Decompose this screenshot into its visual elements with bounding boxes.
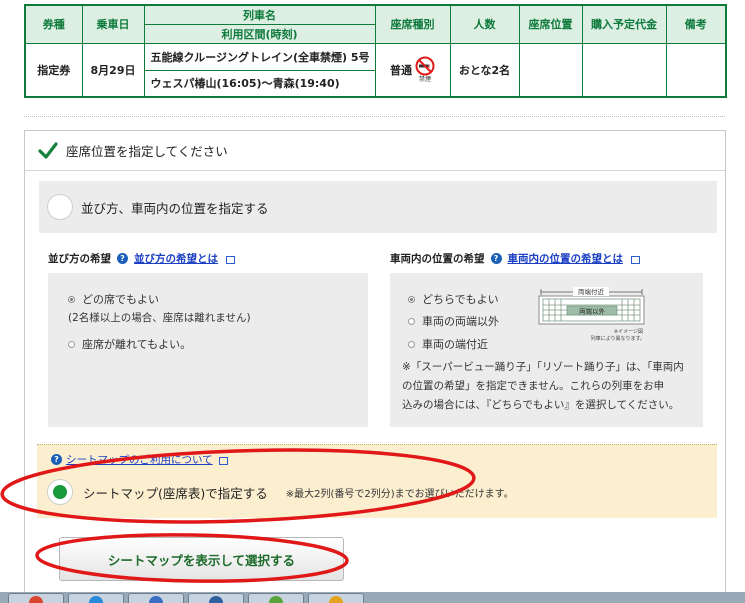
arrangement-option-apart-label: 座席が離れてもよい。 [82,338,192,351]
radio-either[interactable] [408,295,415,303]
external-window-icon [226,255,235,264]
app-icon [329,596,343,603]
position-heading: 車両内の位置の希望 ? 車両内の位置の希望とは [390,251,640,266]
header-planned-fare: 購入予定代金 [581,4,667,44]
seatmap-radio[interactable] [47,479,73,505]
app-icon [209,596,223,603]
no-smoking-badge: 禁煙 [415,56,435,83]
question-icon: ? [117,253,128,264]
panel-title: 座席位置を指定してください [66,144,228,159]
cell-ticket-type: 指定券 [24,42,83,98]
app-icon [29,596,43,603]
diagram-mid-label: 両端以外 [579,307,606,316]
arrangement-option-apart[interactable]: 座席が離れてもよい。 [68,336,191,352]
position-note-3: 込みの場合には、『どちらでもよい』を選択してください。 [402,399,680,411]
option-arrangement[interactable]: 並び方、車両内の位置を指定する [39,181,717,233]
cell-planned-fare [581,42,667,98]
header-train-name: 列車名 [143,4,376,25]
diagram-note-2: 列車により異なります。 [591,335,645,342]
ticket-table: 券種 乗車日 列車名 座席種別 人数 座席位置 購入予定代金 備考 利用区間(時… [24,4,727,98]
option-seatmap-note: ※最大2列(番号で2列分)までお選びいただけます。 [285,488,514,500]
position-option-not-ends[interactable]: 車両の両端以外 [408,313,499,329]
cell-boarding-date: 8月29日 [81,42,145,98]
option-seatmap-label: シートマップ(座席表)で指定する [83,485,268,501]
position-option-either[interactable]: どちらでもよい [408,291,499,307]
position-option-not-ends-label: 車両の両端以外 [422,315,499,328]
header-seat-type: 座席種別 [374,4,451,44]
taskbar-button[interactable] [8,593,64,603]
arrangement-option-note: (2名様以上の場合、座席は離れません) [68,312,251,324]
panel-header: 座席位置を指定してください [25,131,725,171]
checkmark-icon [38,141,58,159]
taskbar-button[interactable] [68,593,124,603]
radio-near-ends[interactable] [408,340,415,348]
arrangement-radio[interactable] [47,194,73,220]
arrangement-heading-text: 並び方の希望 [48,253,111,265]
header-ticket-type: 券種 [24,4,83,44]
taskbar-button[interactable] [128,593,184,603]
option-arrangement-label: 並び方、車両内の位置を指定する [81,200,269,216]
external-window-icon [218,456,228,465]
position-option-either-label: どちらでもよい [422,293,499,306]
taskbar-button[interactable] [248,593,304,603]
arrangement-option-any[interactable]: どの席でもよい [68,291,159,307]
header-people: 人数 [449,4,520,44]
taskbar [0,592,745,603]
cell-section: ウェスパ椿山(16:05)〜青森(19:40) [143,69,376,98]
position-option-ends-label: 車両の端付近 [422,338,488,351]
seat-type-label: 普通 [390,63,412,77]
app-icon [149,596,163,603]
header-section-time: 利用区間(時刻) [143,23,376,44]
radio-any-seat[interactable] [68,295,75,303]
header-boarding-date: 乗車日 [81,4,145,44]
arrangement-option-any-label: どの席でもよい [82,293,159,306]
seatmap-help-link[interactable]: シートマップのご利用について [66,452,213,467]
radio-not-ends[interactable] [408,317,415,325]
seat-position-panel: 座席位置を指定してください 並び方、車両内の位置を指定する 並び方の希望 ? 並… [24,130,726,603]
cell-people: おとな2名 [449,42,520,98]
no-smoking-icon [415,56,435,76]
question-icon: ? [51,454,62,465]
option-seatmap[interactable]: シートマップ(座席表)で指定する ※最大2列(番号で2列分)までお選びいただけま… [47,479,514,505]
external-window-icon [631,255,640,264]
app-icon [89,596,103,603]
cell-train-name: 五能線クルージングトレイン(全車禁煙) 5号 [143,42,376,71]
arrangement-heading: 並び方の希望 ? 並び方の希望とは [48,251,235,266]
cell-seat-type: 普通 禁煙 [374,42,451,98]
position-heading-text: 車両内の位置の希望 [390,253,485,265]
header-remarks: 備考 [665,4,727,44]
arrangement-help-link[interactable]: 並び方の希望とは [134,251,218,266]
car-diagram-icon: 両端付近 両端以外 ※イメージ図 列車により異なります。 [538,287,645,342]
position-note-2: の位置の希望」を指定できません。これらの列車をお申 [402,380,665,392]
taskbar-button[interactable] [188,593,244,603]
position-option-ends[interactable]: 車両の端付近 [408,336,488,352]
divider [24,116,725,117]
no-smoking-text: 禁煙 [418,76,431,84]
header-seat-position: 座席位置 [518,4,583,44]
diagram-note-1: ※イメージ図 [614,329,643,335]
position-help-link[interactable]: 車両内の位置の希望とは [508,251,624,266]
show-seatmap-button[interactable]: シートマップを表示して選択する [59,537,344,581]
radio-seats-apart[interactable] [68,340,75,348]
taskbar-button[interactable] [308,593,364,603]
question-icon: ? [490,253,502,264]
app-icon [269,596,283,603]
cell-remarks [665,42,727,98]
seatmap-help: ? シートマップのご利用について [51,452,228,467]
cell-seat-position [518,42,583,98]
position-note-1: ※「スーパービュー踊り子」「リゾート踊り子」は、「車両内 [402,361,684,373]
diagram-top-label: 両端付近 [578,287,605,296]
